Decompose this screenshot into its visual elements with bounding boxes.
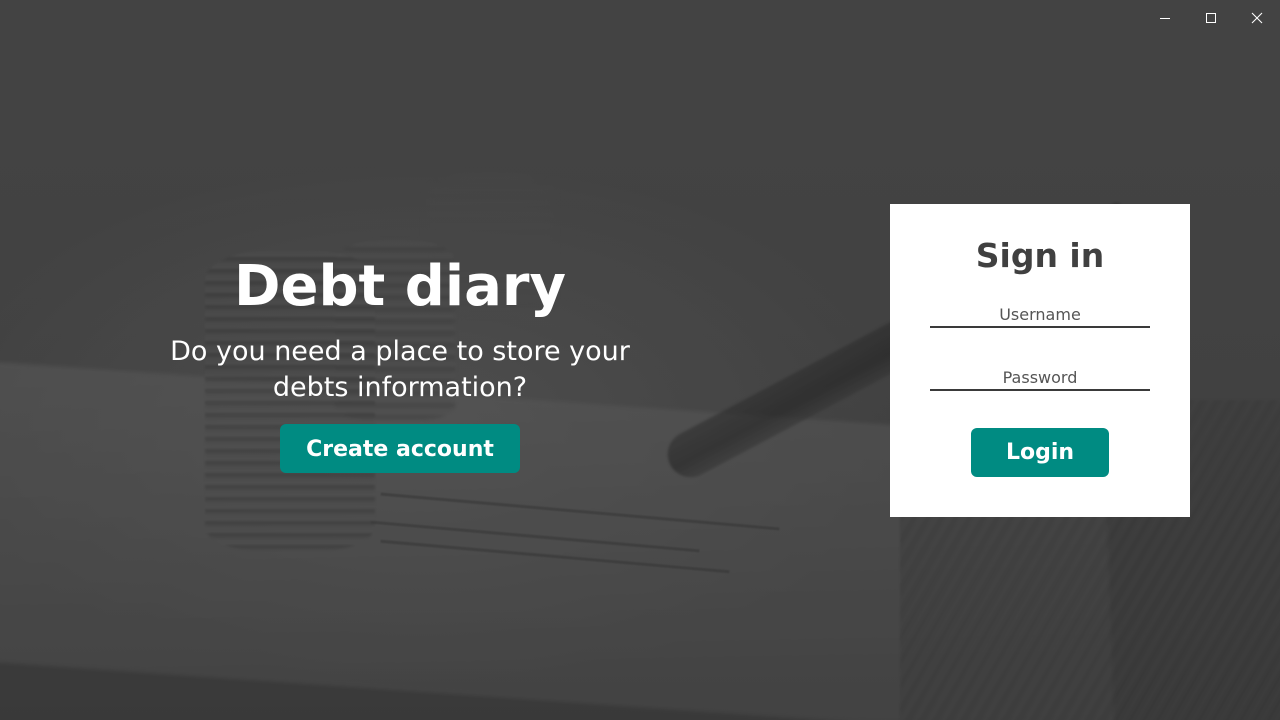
- background-paper-line: [380, 539, 730, 574]
- create-account-button[interactable]: Create account: [280, 424, 520, 473]
- app-subtitle: Do you need a place to store your debts …: [170, 336, 630, 403]
- minimize-button[interactable]: [1142, 0, 1188, 36]
- sign-in-card: Sign in Login: [890, 204, 1190, 517]
- app-window: Debt diary Do you need a place to store …: [0, 0, 1280, 720]
- app-title: Debt diary: [233, 254, 566, 319]
- maximize-icon: [1205, 12, 1217, 24]
- background-paper-line: [370, 520, 700, 553]
- username-input[interactable]: [930, 302, 1150, 328]
- maximize-button[interactable]: [1188, 0, 1234, 36]
- hero-section: Debt diary Do you need a place to store …: [150, 248, 650, 473]
- close-button[interactable]: [1234, 0, 1280, 36]
- password-input[interactable]: [930, 365, 1150, 391]
- window-controls: [1142, 0, 1280, 36]
- background-paper-line: [380, 492, 780, 531]
- sign-in-title: Sign in: [975, 236, 1105, 275]
- login-button[interactable]: Login: [971, 428, 1109, 477]
- minimize-icon: [1159, 12, 1171, 24]
- close-icon: [1251, 12, 1263, 24]
